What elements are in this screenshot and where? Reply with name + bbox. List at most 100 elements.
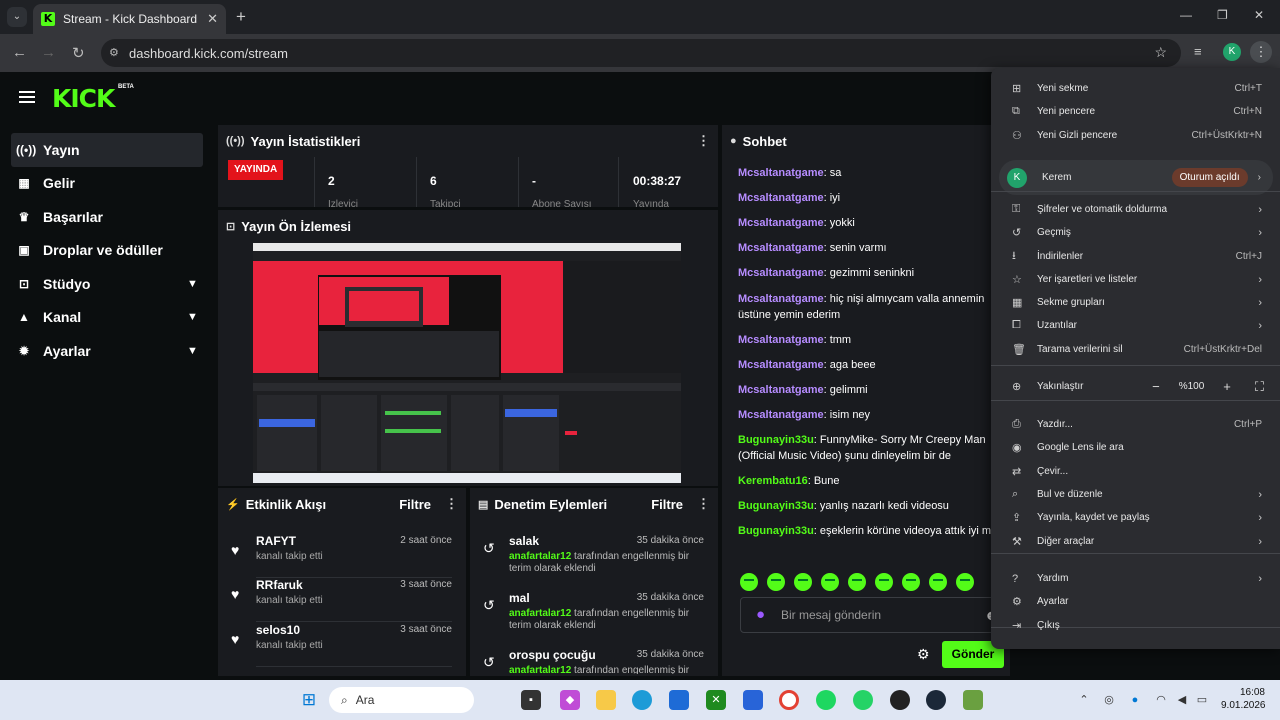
hamburger-menu-icon[interactable] bbox=[19, 91, 35, 103]
zoom-out-button[interactable]: − bbox=[1152, 379, 1160, 394]
copilot-icon[interactable]: ◆ bbox=[560, 690, 580, 710]
menu-item-new-tab[interactable]: ⊞ Yeni sekme Ctrl+T bbox=[991, 77, 1280, 100]
volume-icon[interactable]: ◀ bbox=[1172, 690, 1192, 710]
emote-icon[interactable] bbox=[956, 573, 974, 591]
chat-username[interactable]: Mcsaltanatgame bbox=[738, 192, 824, 204]
emote-icon[interactable] bbox=[740, 573, 758, 591]
filter-button[interactable]: Filtre bbox=[399, 497, 431, 512]
steam-icon[interactable] bbox=[926, 690, 946, 710]
menu-item-key[interactable]: ⚿ Şifreler ve otomatik doldurma › bbox=[991, 198, 1280, 221]
browser-tab[interactable]: K Stream - Kick Dashboard ✕ bbox=[33, 4, 226, 34]
follower-name[interactable]: RRfaruk bbox=[256, 578, 303, 592]
maximize-button[interactable]: ❐ bbox=[1217, 8, 1228, 22]
chat-username[interactable]: Mcsaltanatgame bbox=[738, 217, 824, 229]
xbox-icon[interactable]: ✕ bbox=[706, 690, 726, 710]
chat-settings-icon[interactable]: ⚙ bbox=[917, 646, 930, 663]
menu-item-download[interactable]: ⭳ İndirilenler Ctrl+J bbox=[991, 245, 1280, 268]
menu-item-tools[interactable]: ⚒ Diğer araçlar › bbox=[991, 530, 1280, 553]
edge-icon[interactable] bbox=[632, 690, 652, 710]
kick-logo[interactable]: KICK bbox=[52, 84, 115, 113]
emote-icon[interactable] bbox=[767, 573, 785, 591]
moderator-name[interactable]: anafartalar12 bbox=[509, 608, 571, 619]
profile-menu-item[interactable]: K Kerem Oturum açıldı › bbox=[999, 160, 1273, 195]
tray-network-icon[interactable]: ◎ bbox=[1099, 690, 1119, 710]
chat-input[interactable]: ● Bir mesaj gönderin ☻ bbox=[740, 597, 1002, 633]
undo-icon[interactable]: ↺ bbox=[483, 540, 495, 557]
chat-username[interactable]: Bugunayin33u bbox=[738, 500, 814, 512]
forward-button[interactable]: → bbox=[41, 44, 56, 61]
menu-item-new-window[interactable]: ⧉ Yeni pencere Ctrl+N bbox=[991, 100, 1280, 123]
menu-item-print[interactable]: ⎙ Yazdır... Ctrl+P bbox=[991, 413, 1280, 436]
taskview-icon[interactable]: ▪ bbox=[521, 690, 541, 710]
menu-item-trash[interactable]: 🗑 Tarama verilerini sil Ctrl+ÜstKrktr+Del bbox=[991, 338, 1280, 361]
sidebar-item-gelir[interactable]: ▦ Gelir bbox=[11, 167, 203, 201]
emote-icon[interactable] bbox=[929, 573, 947, 591]
undo-icon[interactable]: ↺ bbox=[483, 597, 495, 614]
menu-item-extension[interactable]: ⧠ Uzantılar › bbox=[991, 314, 1280, 337]
moderator-name[interactable]: anafartalar12 bbox=[509, 551, 571, 562]
moderator-name[interactable]: anafartalar12 bbox=[509, 665, 571, 674]
windows-start-icon[interactable]: ⊞ bbox=[299, 690, 319, 710]
menu-item-star[interactable]: ☆ Yer işaretleri ve listeler › bbox=[991, 268, 1280, 291]
menu-item-cast[interactable]: ⇪ Yayınla, kaydet ve paylaş › bbox=[991, 506, 1280, 529]
menu-item-find[interactable]: ⌕ Bul ve düzenle › bbox=[991, 483, 1280, 506]
more-options-icon[interactable]: ⋮ bbox=[697, 496, 710, 512]
chat-username[interactable]: Bugunayin33u bbox=[738, 434, 814, 446]
menu-item-history[interactable]: ↺ Geçmiş › bbox=[991, 221, 1280, 244]
sidebar-item-ayarlar[interactable]: ✹ Ayarlar ▼ bbox=[11, 334, 203, 368]
reload-button[interactable]: ↻ bbox=[72, 44, 85, 62]
menu-item-translate[interactable]: ⇄ Çevir... bbox=[991, 460, 1280, 483]
chat-username[interactable]: Mcsaltanatgame bbox=[738, 167, 824, 179]
close-window-button[interactable]: ✕ bbox=[1254, 8, 1264, 22]
address-bar[interactable]: ⚙ dashboard.kick.com/stream ☆ bbox=[101, 39, 1181, 67]
taskbar-search[interactable]: ⌕ Ara bbox=[329, 687, 474, 713]
follower-name[interactable]: selos10 bbox=[256, 623, 300, 637]
wifi-icon[interactable]: ◠ bbox=[1151, 690, 1171, 710]
site-info-icon[interactable]: ⚙ bbox=[109, 46, 119, 59]
sidebar-item-yayin[interactable]: ((•)) Yayın bbox=[11, 133, 203, 167]
microphone-icon[interactable]: ● bbox=[1125, 690, 1145, 710]
menu-item-incognito[interactable]: ⚇ Yeni Gizli pencere Ctrl+ÜstKrktr+N bbox=[991, 124, 1280, 147]
emote-icon[interactable] bbox=[902, 573, 920, 591]
chat-username[interactable]: Mcsaltanatgame bbox=[738, 293, 824, 305]
obs-icon[interactable] bbox=[890, 690, 910, 710]
tab-search-button[interactable]: ⌄ bbox=[7, 7, 27, 27]
chat-username[interactable]: Kerembatu16 bbox=[738, 475, 808, 487]
close-tab-icon[interactable]: ✕ bbox=[207, 11, 218, 27]
sidebar-item-studyo[interactable]: ⊡ Stüdyo ▼ bbox=[11, 267, 203, 301]
emote-icon[interactable] bbox=[821, 573, 839, 591]
emote-icon[interactable] bbox=[875, 573, 893, 591]
chat-username[interactable]: Bugunayin33u bbox=[738, 525, 814, 537]
profile-avatar[interactable]: K bbox=[1223, 43, 1241, 61]
filter-button[interactable]: Filtre bbox=[651, 497, 683, 512]
system-clock[interactable]: 16:08 9.01.2026 bbox=[1221, 686, 1266, 712]
battery-icon[interactable]: ▭ bbox=[1192, 690, 1212, 710]
sidebar-item-droplar[interactable]: ▣ Droplar ve ödüller bbox=[11, 234, 203, 268]
emote-icon[interactable] bbox=[848, 573, 866, 591]
menu-item-settings[interactable]: ⚙ Ayarlar bbox=[991, 590, 1280, 613]
microphone-icon[interactable]: ● bbox=[756, 606, 765, 623]
back-button[interactable]: ← bbox=[12, 44, 27, 61]
menu-item-lens[interactable]: ◉ Google Lens ile ara bbox=[991, 436, 1280, 459]
zoom-in-button[interactable]: + bbox=[1223, 379, 1231, 394]
sidebar-item-basarilar[interactable]: ♛ Başarılar bbox=[11, 200, 203, 234]
spotify-icon[interactable] bbox=[816, 690, 836, 710]
undo-icon[interactable]: ↺ bbox=[483, 654, 495, 671]
sidebar-item-kanal[interactable]: ▲ Kanal ▼ bbox=[11, 301, 203, 335]
new-tab-button[interactable]: + bbox=[236, 7, 246, 27]
menu-item-exit[interactable]: ⇥ Çıkış bbox=[991, 614, 1280, 637]
chat-username[interactable]: Mcsaltanatgame bbox=[738, 384, 824, 396]
file-explorer-icon[interactable] bbox=[596, 690, 616, 710]
chat-username[interactable]: Mcsaltanatgame bbox=[738, 409, 824, 421]
chrome-icon[interactable] bbox=[779, 690, 799, 710]
more-options-icon[interactable]: ⋮ bbox=[697, 133, 710, 149]
chat-username[interactable]: Mcsaltanatgame bbox=[738, 267, 824, 279]
more-options-icon[interactable]: ⋮ bbox=[445, 496, 458, 512]
chat-username[interactable]: Mcsaltanatgame bbox=[738, 359, 824, 371]
whatsapp-icon[interactable] bbox=[853, 690, 873, 710]
tray-chevron-icon[interactable]: ⌃ bbox=[1074, 690, 1094, 710]
chat-username[interactable]: Mcsaltanatgame bbox=[738, 242, 824, 254]
minecraft-icon[interactable] bbox=[963, 690, 983, 710]
stream-preview-image[interactable] bbox=[253, 243, 681, 483]
store-icon[interactable] bbox=[669, 690, 689, 710]
